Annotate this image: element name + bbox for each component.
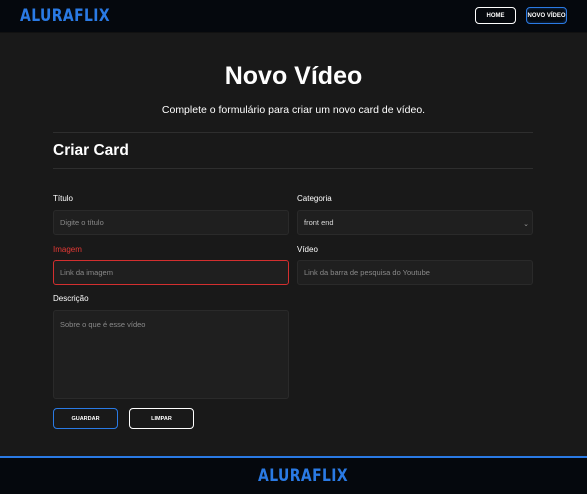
descricao-placeholder: Sobre o que é esse vídeo xyxy=(60,320,146,329)
header-logo[interactable]: ALURAFLIX xyxy=(20,6,110,26)
imagem-label: Imagem xyxy=(53,245,82,254)
page-subtitle: Complete o formulário para criar um novo… xyxy=(161,104,426,116)
video-input[interactable]: Link da barra de pesquisa do Youtube xyxy=(297,260,533,285)
limpar-button[interactable]: LIMPAR xyxy=(129,408,194,429)
video-placeholder: Link da barra de pesquisa do Youtube xyxy=(304,268,430,277)
video-label: Vídeo xyxy=(297,245,318,254)
footer-logo[interactable]: ALURAFLIX xyxy=(258,466,348,486)
titulo-input[interactable]: Digite o título xyxy=(53,210,289,235)
nav-novo-video-button[interactable]: NOVO VÍDEO xyxy=(526,7,567,24)
section-divider-top xyxy=(53,132,533,133)
nav-home-button[interactable]: HOME xyxy=(475,7,516,24)
descricao-textarea[interactable]: Sobre o que é esse vídeo xyxy=(53,310,289,399)
categoria-select[interactable]: front end ⌄ xyxy=(297,210,533,235)
header: ALURAFLIX HOME NOVO VÍDEO xyxy=(0,0,587,33)
page-title: Novo Vídeo xyxy=(224,62,363,90)
imagem-placeholder: Link da imagem xyxy=(60,268,113,277)
titulo-label: Título xyxy=(53,194,74,203)
guardar-button[interactable]: GUARDAR xyxy=(53,408,118,429)
imagem-input[interactable]: Link da imagem xyxy=(53,260,289,285)
descricao-label: Descrição xyxy=(53,294,89,303)
section-divider-bottom xyxy=(53,168,533,169)
titulo-placeholder: Digite o título xyxy=(60,218,104,227)
section-title: Criar Card xyxy=(53,142,129,159)
footer: ALURAFLIX xyxy=(0,456,587,494)
categoria-selected-value: front end xyxy=(304,218,334,227)
categoria-label: Categoria xyxy=(297,194,332,203)
chevron-down-icon: ⌄ xyxy=(523,221,529,228)
